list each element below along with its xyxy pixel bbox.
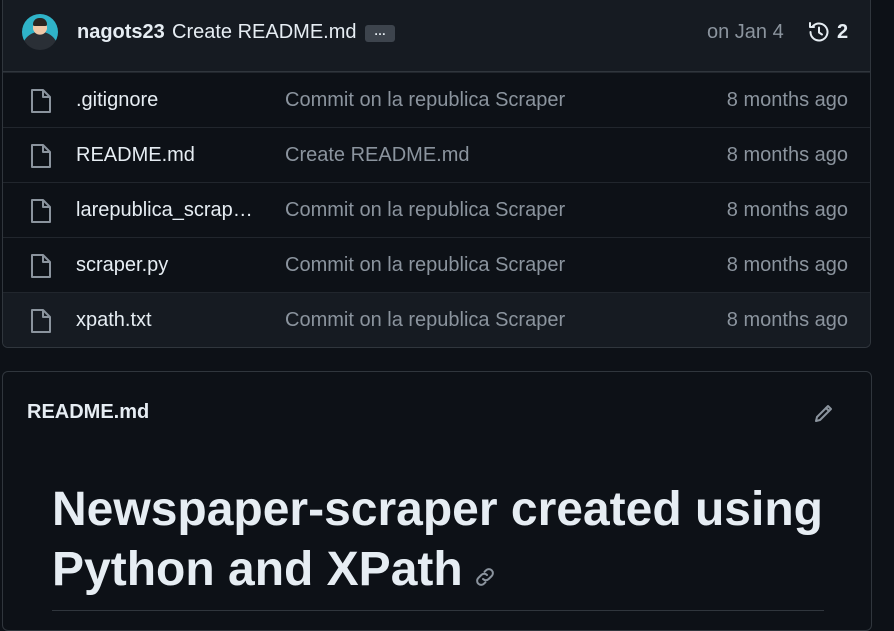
commit-date: on Jan 4 — [707, 21, 784, 43]
file-commit-link[interactable]: Create README.md — [285, 144, 470, 167]
file-name-link[interactable]: scraper.py — [76, 254, 256, 277]
file-row[interactable]: xpath.txt Commit on la republica Scraper… — [3, 292, 870, 347]
commit-author-link[interactable]: nagots23 — [77, 21, 165, 44]
file-icon — [31, 144, 51, 168]
file-icon — [31, 199, 51, 223]
file-name-link[interactable]: larepublica_scrap… — [76, 199, 256, 222]
commit-message-link[interactable]: Create README.md — [172, 21, 357, 44]
readme-title: README.md — [27, 401, 150, 423]
file-name-link[interactable]: xpath.txt — [76, 309, 256, 332]
readme-heading: Newspaper-scraper created using Python a… — [52, 480, 832, 600]
file-browser: nagots23 Create README.md … on Jan 4 2 .… — [2, 0, 871, 348]
file-name-link[interactable]: .gitignore — [76, 89, 256, 112]
file-commit-link[interactable]: Commit on la republica Scraper — [285, 89, 565, 112]
file-row[interactable]: README.md Create README.md 8 months ago — [3, 127, 870, 182]
readme-heading-text: Newspaper-scraper created using Python a… — [52, 483, 823, 596]
file-row[interactable]: larepublica_scrap… Commit on la republic… — [3, 182, 870, 237]
file-age: 8 months ago — [726, 309, 848, 331]
file-age: 8 months ago — [726, 254, 848, 276]
heading-divider — [52, 610, 824, 611]
file-age: 8 months ago — [726, 89, 848, 111]
file-icon — [31, 309, 51, 333]
file-icon — [31, 254, 51, 278]
file-commit-link[interactable]: Commit on la republica Scraper — [285, 309, 565, 332]
file-age: 8 months ago — [726, 199, 848, 221]
file-row[interactable]: .gitignore Commit on la republica Scrape… — [3, 72, 870, 127]
file-row[interactable]: scraper.py Commit on la republica Scrape… — [3, 237, 870, 292]
commit-history-count[interactable]: 2 — [837, 21, 848, 44]
file-icon — [31, 89, 51, 113]
file-commit-link[interactable]: Commit on la republica Scraper — [285, 254, 565, 277]
readme-panel: README.md Newspaper-scraper created usin… — [2, 371, 872, 631]
expand-commit-button[interactable]: … — [365, 25, 395, 42]
latest-commit-bar: nagots23 Create README.md … on Jan 4 2 — [3, 0, 870, 72]
file-commit-link[interactable]: Commit on la republica Scraper — [285, 199, 565, 222]
pencil-icon[interactable] — [812, 401, 836, 425]
file-name-link[interactable]: README.md — [76, 144, 256, 167]
author-avatar[interactable] — [22, 14, 58, 50]
link-icon[interactable] — [473, 565, 497, 589]
history-icon[interactable] — [807, 20, 831, 44]
file-age: 8 months ago — [726, 144, 848, 166]
